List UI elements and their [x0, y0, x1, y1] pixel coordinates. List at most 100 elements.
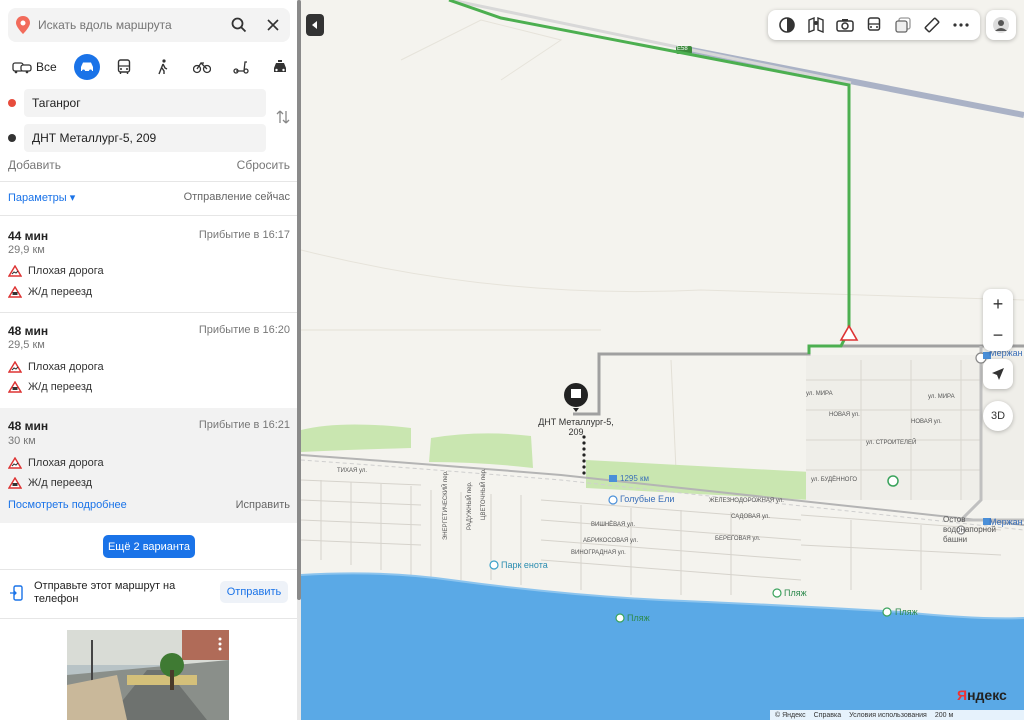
zoom-in-button[interactable]: +: [983, 289, 1013, 320]
km-marker-label: 1295 км: [620, 474, 650, 483]
3d-toggle-button[interactable]: 3D: [983, 401, 1013, 431]
mode-public-transport[interactable]: [110, 53, 138, 81]
street-label: САДОВАЯ ул.: [731, 514, 770, 520]
yandex-pin-icon: [8, 16, 38, 34]
route-arrival: Прибытие в 16:17: [198, 229, 290, 241]
route-arrival: Прибытие в 16:20: [198, 324, 290, 336]
route-warning: Плохая дорога: [8, 457, 104, 469]
zoom-out-button[interactable]: −: [983, 320, 1013, 351]
route-sidebar: Все Таганрог ДНТ Металлург-5, 209 Добави: [0, 0, 298, 720]
zoom-control: + −: [983, 289, 1013, 351]
departure-time[interactable]: Отправление сейчас: [184, 191, 290, 204]
see-details-link[interactable]: Посмотреть подробнее: [8, 499, 127, 511]
params-dropdown[interactable]: Параметры ▾: [8, 191, 75, 204]
search-along-route-input[interactable]: [38, 10, 222, 40]
waypoint-actions: Добавить Сбросить: [8, 158, 290, 174]
divider: [0, 181, 297, 182]
mode-taxi[interactable]: [266, 53, 294, 81]
route-duration: 48 мин: [8, 324, 49, 338]
more-variants-button[interactable]: Ещё 2 варианта: [103, 535, 195, 558]
map-canvas[interactable]: E58 ДНТ Металлург-5, 209 1295 км Голубые…: [301, 0, 1024, 720]
more-vertical-icon[interactable]: [217, 636, 223, 652]
route-warning-label: Плохая дорога: [28, 361, 104, 373]
divider: [0, 215, 297, 216]
send-to-phone-icon: [9, 585, 23, 604]
street-view-thumbnail[interactable]: [67, 630, 229, 720]
route-arrival: Прибытие в 16:21: [198, 419, 290, 431]
to-dot-icon: [8, 134, 16, 142]
bad-road-warning-icon: [8, 265, 22, 277]
bad-road-warning-icon: [8, 457, 22, 469]
taxi-icon: [273, 60, 286, 72]
transport-mode-tabs: Все: [6, 53, 294, 81]
mode-car[interactable]: [73, 54, 100, 80]
cards-stack-icon[interactable]: [891, 13, 915, 37]
street-label: НОВАЯ ул.: [829, 412, 860, 418]
user-avatar-icon: [993, 17, 1009, 33]
route-option-2[interactable]: 48 мин Прибытие в 16:20 29,5 км Плохая д…: [0, 324, 297, 406]
car-bus-icon: [12, 62, 32, 74]
from-field[interactable]: Таганрог: [24, 89, 266, 117]
street-label: ЦВЕТОЧНЫЙ пер.: [481, 468, 487, 520]
collapse-sidebar-button[interactable]: [306, 14, 324, 36]
route-distance: 29,5 км: [8, 339, 45, 351]
mode-bicycle[interactable]: [188, 53, 216, 81]
destination-label: ДНТ Металлург-5, 209: [538, 417, 614, 437]
street-label: ВИШНЁВАЯ ул.: [591, 522, 635, 528]
route-warning-label: Ж/д переезд: [28, 381, 93, 393]
car-icon: [80, 62, 93, 73]
location-arrow-icon: [992, 368, 1004, 380]
search-icon[interactable]: [222, 8, 256, 42]
more-horizontal-icon[interactable]: [949, 13, 973, 37]
route-warning: Плохая дорога: [8, 265, 104, 277]
photo-camera-icon[interactable]: [833, 13, 857, 37]
route-option-1[interactable]: 44 мин Прибытие в 16:17 29,9 км Плохая д…: [0, 229, 297, 311]
panorama-icon[interactable]: [804, 13, 828, 37]
beach-label: Пляж: [895, 607, 918, 617]
route-warning: Ж/д переезд: [8, 477, 92, 489]
route-warning-label: Ж/д переезд: [28, 477, 93, 489]
waypoint-from: Таганрог: [8, 89, 266, 117]
reset-link[interactable]: Сбросить: [237, 158, 290, 174]
my-location-button[interactable]: [983, 359, 1013, 389]
highway-shield-label: E58: [677, 46, 688, 52]
transit-bus-icon[interactable]: [862, 13, 886, 37]
station-label: Голубые Ели: [620, 494, 675, 504]
park-label: Парк енота: [501, 560, 548, 570]
waypoint-to: ДНТ Металлург-5, 209: [8, 124, 266, 152]
user-avatar-button[interactable]: [986, 10, 1016, 40]
route-warning: Плохая дорога: [8, 361, 104, 373]
terms-link[interactable]: Условия использования: [849, 712, 927, 719]
ruler-icon[interactable]: [920, 13, 944, 37]
swap-points-icon[interactable]: [274, 108, 292, 126]
route-search-box: [8, 8, 290, 42]
to-field[interactable]: ДНТ Металлург-5, 209: [24, 124, 266, 152]
route-distance: 30 км: [8, 435, 36, 447]
send-to-phone-text: Отправьте этот маршрут на телефон: [34, 580, 176, 605]
beach-label: Пляж: [784, 588, 807, 598]
route-warning: Ж/д переезд: [8, 381, 92, 393]
street-label: ул. МИРА: [806, 391, 833, 397]
mode-all[interactable]: Все: [6, 53, 63, 81]
help-link[interactable]: Справка: [814, 712, 841, 719]
street-label: АБРИКОСОВАЯ ул.: [583, 538, 639, 544]
fix-link[interactable]: Исправить: [236, 499, 290, 511]
layers-icon[interactable]: [775, 13, 799, 37]
copyright-link[interactable]: © Яндекс: [775, 712, 806, 719]
add-point-link[interactable]: Добавить: [8, 158, 61, 174]
close-icon[interactable]: [256, 8, 290, 42]
route-option-3[interactable]: 48 мин Прибытие в 16:21 30 км Плохая дор…: [0, 408, 297, 523]
mode-scooter[interactable]: [227, 53, 255, 81]
route-duration: 44 мин: [8, 229, 49, 243]
tower-label: Остов водонапорной башни: [943, 515, 996, 544]
street-label: РАДУЖНЫЙ пер.: [467, 481, 473, 531]
chevron-left-icon: [312, 21, 317, 29]
street-label: ТИХАЯ ул.: [337, 468, 368, 474]
railway-crossing-warning-icon: [8, 381, 22, 393]
divider: [0, 618, 297, 619]
street-label: ЖЕЛЕЗНОДОРОЖНАЯ ул.: [709, 498, 784, 504]
yandex-logo: Яндекс: [957, 687, 1007, 703]
mode-walk[interactable]: [149, 53, 177, 81]
send-button[interactable]: Отправить: [220, 581, 288, 603]
route-warning: Ж/д переезд: [8, 286, 92, 298]
